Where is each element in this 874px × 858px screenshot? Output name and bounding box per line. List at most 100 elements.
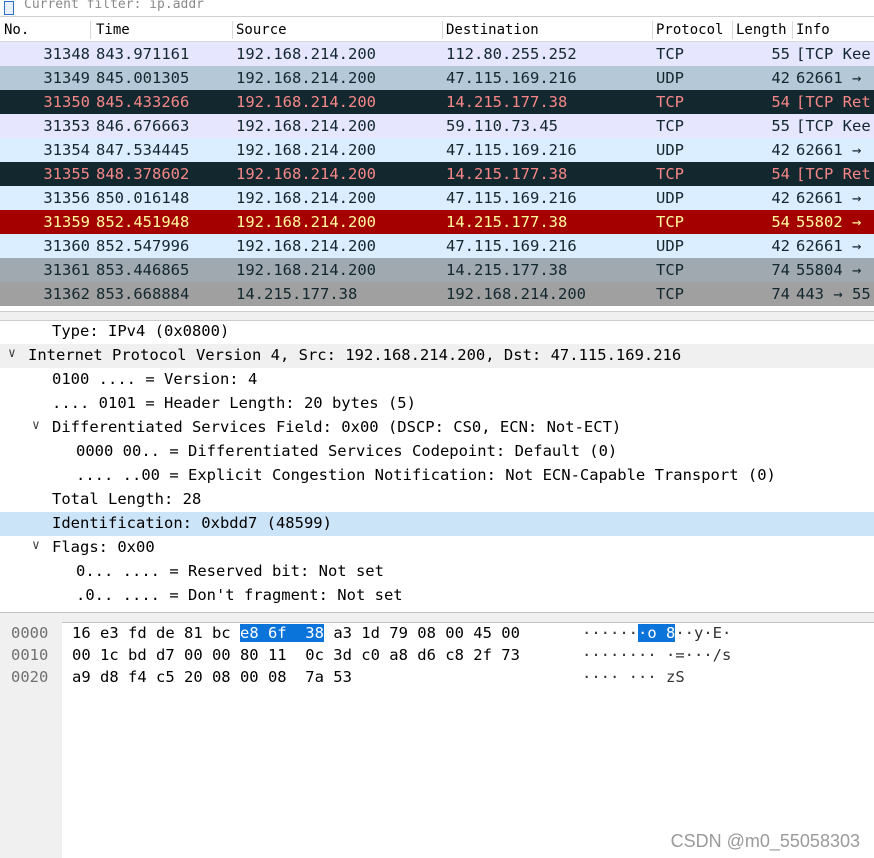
packet-number: 31354 bbox=[43, 141, 90, 159]
packet-length: 42 bbox=[771, 237, 790, 255]
bookmark-icon[interactable] bbox=[4, 1, 14, 15]
packet-info: 62661 → bbox=[796, 141, 862, 159]
column-header-length[interactable]: Length bbox=[736, 22, 787, 38]
column-header-protocol[interactable]: Protocol bbox=[656, 22, 723, 38]
packet-row[interactable]: 31359 852.451948 192.168.214.200 14.215.177… bbox=[0, 210, 874, 234]
hex-bytes-selected: e8 6f 38 bbox=[239, 624, 324, 642]
ascii-segment: ··y·E· bbox=[675, 624, 732, 642]
packet-number: 31353 bbox=[43, 117, 90, 135]
packet-bytes-pane[interactable]: 0000 16 e3 fd de 81 bc e8 6f 38 a3 1d 79 … bbox=[0, 622, 874, 858]
packet-number: 31350 bbox=[43, 93, 90, 111]
packet-protocol: TCP bbox=[656, 165, 684, 183]
packet-row[interactable]: 31355 848.378602 192.168.214.200 14.215.177… bbox=[0, 162, 874, 186]
packet-list[interactable]: No. Time Source Destination Protocol Len… bbox=[0, 19, 874, 313]
packet-info: 55802 → bbox=[796, 213, 862, 231]
packet-details-pane[interactable]: Type: IPv4 (0x0800) ∨ Internet Protocol Ve… bbox=[0, 320, 874, 612]
packet-length: 42 bbox=[771, 141, 790, 159]
hex-bytes[interactable]: 00 1c bd d7 00 00 80 11 0c 3d c0 a8 d6 c… bbox=[72, 646, 520, 664]
packet-destination: 14.215.177.38 bbox=[446, 165, 568, 183]
packet-source: 192.168.214.200 bbox=[236, 93, 376, 111]
detail-tree-item[interactable]: ∨ Flags: 0x00 bbox=[0, 536, 874, 560]
packet-source: 14.215.177.38 bbox=[236, 285, 358, 303]
ascii-bytes[interactable]: ········ ·=···/s bbox=[582, 646, 731, 664]
packet-info: 62661 → bbox=[796, 69, 862, 87]
packet-destination: 112.80.255.252 bbox=[446, 45, 577, 63]
detail-tree-item[interactable]: Type: IPv4 (0x0800) bbox=[0, 320, 874, 344]
packet-row[interactable]: 31353 846.676663 192.168.214.200 59.110.73.… bbox=[0, 114, 874, 138]
packet-time: 852.451948 bbox=[96, 213, 190, 231]
hex-dump-line[interactable]: 0020 a9 d8 f4 c5 20 08 00 08 7a 53 ···· ··… bbox=[0, 668, 874, 690]
column-header-destination[interactable]: Destination bbox=[446, 22, 539, 38]
packet-source: 192.168.214.200 bbox=[236, 69, 376, 87]
packet-row[interactable]: 31360 852.547996 192.168.214.200 47.115.169… bbox=[0, 234, 874, 258]
packet-info: [TCP Kee bbox=[796, 117, 871, 135]
chevron-down-icon[interactable]: ∨ bbox=[8, 346, 16, 361]
packet-row[interactable]: 31356 850.016148 192.168.214.200 47.115.169… bbox=[0, 186, 874, 210]
detail-tree-item[interactable]: .0.. .... = Don't fragment: Not set bbox=[0, 584, 874, 608]
detail-tree-label: Total Length: 28 bbox=[52, 490, 202, 508]
packet-number: 31355 bbox=[43, 165, 90, 183]
packet-row[interactable]: 31354 847.534445 192.168.214.200 47.115.169… bbox=[0, 138, 874, 162]
chevron-down-icon[interactable]: ∨ bbox=[32, 538, 40, 553]
hex-dump-line[interactable]: 0000 16 e3 fd de 81 bc e8 6f 38 a3 1d 79 … bbox=[0, 624, 874, 646]
packet-time: 853.446865 bbox=[96, 261, 190, 279]
packet-protocol: UDP bbox=[656, 69, 684, 87]
detail-tree-label: Identification: 0xbdd7 (48599) bbox=[52, 514, 332, 532]
packet-source: 192.168.214.200 bbox=[236, 237, 376, 255]
ascii-segment: ······ bbox=[582, 624, 638, 642]
packet-row[interactable]: 31348 843.971161 192.168.214.200 112.80.255… bbox=[0, 42, 874, 66]
packet-info: 62661 → bbox=[796, 189, 862, 207]
column-header-info[interactable]: Info bbox=[796, 22, 830, 38]
ascii-bytes[interactable]: ···· ··· zS bbox=[582, 668, 685, 686]
packet-time: 845.433266 bbox=[96, 93, 190, 111]
detail-tree-label: .... 0101 = Header Length: 20 bytes (5) bbox=[52, 394, 416, 412]
packet-time: 847.534445 bbox=[96, 141, 190, 159]
packet-time: 848.378602 bbox=[96, 165, 190, 183]
detail-tree-item[interactable]: 0100 .... = Version: 4 bbox=[0, 368, 874, 392]
column-header-time[interactable]: Time bbox=[96, 22, 130, 38]
display-filter-input[interactable]: Current filter: ip.addr bbox=[24, 0, 204, 12]
packet-source: 192.168.214.200 bbox=[236, 189, 376, 207]
packet-number: 31348 bbox=[43, 45, 90, 63]
detail-tree-label: Internet Protocol Version 4, Src: 192.16… bbox=[28, 346, 682, 364]
detail-tree-label: .0.. .... = Don't fragment: Not set bbox=[76, 586, 403, 604]
packet-source: 192.168.214.200 bbox=[236, 141, 376, 159]
packet-row[interactable]: 31349 845.001305 192.168.214.200 47.115.169… bbox=[0, 66, 874, 90]
packet-row[interactable]: 31361 853.446865 192.168.214.200 14.215.177… bbox=[0, 258, 874, 282]
packet-row[interactable]: 31362 853.668884 14.215.177.38 192.168.214.… bbox=[0, 282, 874, 306]
packet-number: 31361 bbox=[43, 261, 90, 279]
detail-tree-item[interactable]: Identification: 0xbdd7 (48599) bbox=[0, 512, 874, 536]
hex-offset: 0010 bbox=[11, 646, 49, 664]
hex-bytes[interactable]: a9 d8 f4 c5 20 08 00 08 7a 53 bbox=[72, 668, 352, 686]
packet-length: 42 bbox=[771, 189, 790, 207]
packet-destination: 47.115.169.216 bbox=[446, 69, 577, 87]
packet-protocol: TCP bbox=[656, 261, 684, 279]
packet-info: 62661 → bbox=[796, 237, 862, 255]
column-header-source[interactable]: Source bbox=[236, 22, 287, 38]
packet-destination: 192.168.214.200 bbox=[446, 285, 586, 303]
detail-tree-item[interactable]: ∨ Differentiated Services Field: 0x00 (DS… bbox=[0, 416, 874, 440]
packet-protocol: TCP bbox=[656, 45, 684, 63]
detail-tree-item[interactable]: .... 0101 = Header Length: 20 bytes (5) bbox=[0, 392, 874, 416]
packet-time: 853.668884 bbox=[96, 285, 190, 303]
hex-dump-line[interactable]: 0010 00 1c bd d7 00 00 80 11 0c 3d c0 a8 … bbox=[0, 646, 874, 668]
packet-row[interactable]: 31350 845.433266 192.168.214.200 14.215.177… bbox=[0, 90, 874, 114]
ascii-bytes[interactable]: ·······o 8··y·E· bbox=[582, 624, 731, 642]
detail-tree-label: Type: IPv4 (0x0800) bbox=[52, 322, 230, 340]
display-filter-bar[interactable]: Current filter: ip.addr bbox=[0, 0, 874, 17]
detail-tree-label: 0... .... = Reserved bit: Not set bbox=[76, 562, 384, 580]
packet-length: 55 bbox=[771, 45, 790, 63]
hex-bytes[interactable]: 16 e3 fd de 81 bc e8 6f 38 a3 1d 79 08 0… bbox=[72, 624, 520, 642]
packet-protocol: UDP bbox=[656, 189, 684, 207]
packet-protocol: TCP bbox=[656, 285, 684, 303]
detail-tree-item[interactable]: .... ..00 = Explicit Congestion Notifica… bbox=[0, 464, 874, 488]
packet-source: 192.168.214.200 bbox=[236, 261, 376, 279]
packet-info: [TCP Ret bbox=[796, 165, 871, 183]
packet-time: 843.971161 bbox=[96, 45, 190, 63]
column-header-no[interactable]: No. bbox=[4, 22, 29, 38]
detail-tree-item[interactable]: Total Length: 28 bbox=[0, 488, 874, 512]
detail-tree-item[interactable]: ∨ Internet Protocol Version 4, Src: 192.1… bbox=[0, 344, 874, 368]
detail-tree-item[interactable]: 0... .... = Reserved bit: Not set bbox=[0, 560, 874, 584]
detail-tree-item[interactable]: 0000 00.. = Differentiated Services Code… bbox=[0, 440, 874, 464]
chevron-down-icon[interactable]: ∨ bbox=[32, 418, 40, 433]
